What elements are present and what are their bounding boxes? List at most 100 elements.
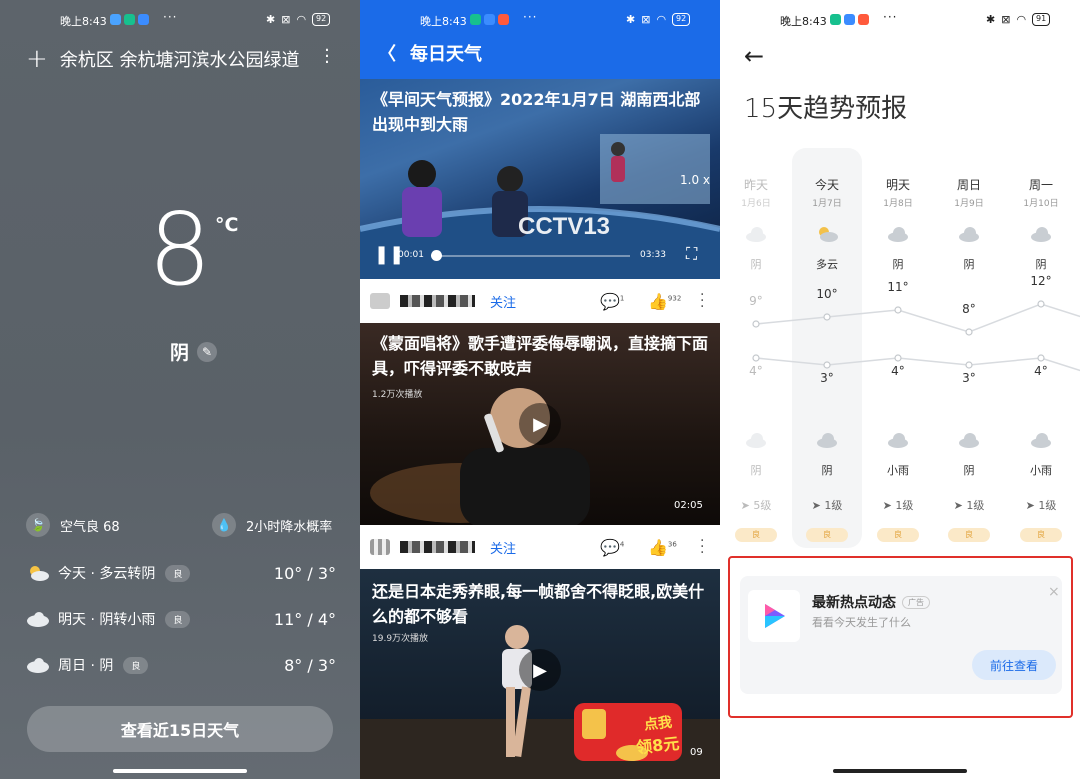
day-condition: 阴 [750,258,762,271]
status-bar: 晚上8:43 ··· ✱ ⊠ ◠ 91 [720,10,1080,30]
location-name[interactable]: 余杭区 余杭塘河滨水公园绿道 [60,46,300,72]
fullscreen-icon[interactable]: ⛶ [686,244,697,264]
forecast-row-tomorrow[interactable]: 明天 · 阴转小雨 良 11° / 4° [26,605,336,633]
air-quality-text: 空气良 68 [60,519,120,535]
day-name: 昨天 [743,178,768,192]
more-options-icon[interactable]: · · · [700,288,706,314]
precipitation-chip[interactable]: 💧 2小时降水概率 [212,512,332,538]
battery-icon: 92 [312,13,331,26]
author-name-blurred[interactable] [400,295,475,307]
wind-text: 1级 [1038,499,1057,512]
author-avatar[interactable] [370,293,390,309]
add-city-icon[interactable]: + [26,46,48,72]
follow-button[interactable]: 关注 [490,538,516,557]
comment-icon: 💬 [600,291,620,311]
sim-icon: ⊠ [1001,13,1011,26]
comment-count: 4 [619,540,625,549]
day-date: 1月10日 [1023,199,1059,209]
day-header: 今天 1月7日 [791,176,863,209]
day-date: 1月7日 [812,199,842,209]
low-temp: 3° [820,371,834,385]
high-temp-series-point [965,328,973,336]
playback-speed[interactable]: 1.0 x [680,173,710,187]
video-card[interactable]: CCTV13 《早间天气预报》2022年1月7日 湖南西北部出现中到大雨 1.0… [360,79,720,279]
cloud-icon [720,226,792,246]
more-options-icon[interactable]: · · · [700,534,706,560]
current-condition: 阴 ✎ [170,338,218,365]
aq-badge: 良 [735,528,777,542]
sim-icon: ⊠ [281,13,291,26]
current-temperature: 8 [148,191,212,308]
night-condition: 阴 [821,464,833,477]
play-icon[interactable]: ▶ [519,403,561,445]
follow-button[interactable]: 关注 [490,292,516,311]
condition-text: 阴 [170,342,190,364]
video-title: 还是日本走秀养眼,每一帧都舍不得眨眼,欧美什么的都不够看 [372,582,705,626]
back-arrow-icon[interactable]: 〈 [378,40,396,66]
day-header: 周一 1月10日 [1005,176,1077,209]
current-time: 00:01 [398,250,424,260]
video-app-logo-icon [748,590,800,642]
day-name: 周一 [1028,178,1053,192]
progress-track[interactable] [434,255,630,257]
comment-button[interactable]: 💬1 [600,292,624,311]
comment-icon: 💬 [600,537,620,557]
more-menu-icon[interactable]: · · · [322,42,332,72]
more-notifications-icon: ··· [163,10,178,24]
forecast-row-sunday[interactable]: 周日 · 阴 良 8° / 3° [26,651,336,679]
cloud-icon [933,432,1005,452]
ad-title: 最新热点动态 [812,595,896,611]
home-indicator[interactable] [833,769,967,773]
author-name-blurred[interactable] [400,541,475,553]
status-right-icons: ✱ ⊠ ◠ 92 [266,13,331,26]
video-meta-row: 关注 💬1 👍932 · · · [360,279,720,323]
wind-arrow-icon: ➤ [953,499,967,512]
back-arrow-icon[interactable]: ← [744,42,764,70]
video-title: 《蒙面唱将》歌手遭评委侮辱嘲讽，直接摘下面具，吓得评委不敢吱声 [372,334,709,378]
cloud-icon [26,611,50,627]
high-temp: 8° [962,302,976,316]
status-bar: 晚上8:43 ··· ✱ ⊠ ◠ 92 [360,10,720,30]
status-time: 晚上8:43 [420,15,467,28]
forecast-label: 明天 · 阴转小雨 [58,612,156,628]
play-icon[interactable]: ▶ [519,649,561,691]
forecast-row-today[interactable]: 今天 · 多云转阴 良 10° / 3° [26,559,336,587]
low-temp: 3° [962,371,976,385]
ad-go-button[interactable]: 前往查看 [972,650,1056,680]
page-title: 〈 每日天气 [378,40,482,66]
like-count: 932 [667,294,682,303]
close-icon[interactable]: × [1048,584,1060,600]
author-avatar[interactable] [370,539,390,555]
day-condition: 阴 [963,258,975,271]
video-title: 《早间天气预报》2022年1月7日 湖南西北部出现中到大雨 [372,90,701,134]
day-condition: 阴 [1035,258,1047,271]
ad-highlight-box: 最新热点动态 广告 看看今天发生了什么 × 前往查看 [728,556,1073,718]
wifi-icon: ◠ [656,13,667,26]
air-quality-chip[interactable]: 🍃 空气良 68 [26,512,120,538]
like-button[interactable]: 👍36 [648,538,677,557]
partly-cloudy-icon [791,226,863,246]
cloud-icon [720,432,792,452]
video-card[interactable]: 还是日本走秀养眼,每一帧都舍不得眨眼,欧美什么的都不够看 19.9万次播放 ▶ … [360,569,720,779]
comment-button[interactable]: 💬4 [600,538,624,557]
video-card[interactable]: 《蒙面唱将》歌手遭评委侮辱嘲讽，直接摘下面具，吓得评委不敢吱声 1.2万次播放 … [360,323,720,525]
progress-knob[interactable] [431,250,442,261]
edit-icon[interactable]: ✎ [197,341,218,362]
low-temp: 4° [749,364,763,378]
wind-level: ➤ 1级 [791,497,863,513]
bluetooth-icon: ✱ [986,13,996,26]
promo-text-line2[interactable]: 领8元 [635,730,680,758]
temp-range: 10° / 3° [273,563,336,583]
like-button[interactable]: 👍932 [648,292,681,311]
high-temp-series-point [752,320,760,328]
wind-text: 1级 [824,499,843,512]
rain-cloud-icon [1005,432,1077,452]
view-15-day-button[interactable]: 查看近15日天气 [27,706,333,752]
battery-icon: 92 [672,13,691,26]
ad-card[interactable]: 最新热点动态 广告 看看今天发生了什么 × 前往查看 [740,576,1062,694]
home-indicator[interactable] [113,769,247,773]
notification-icons [110,14,149,25]
video-duration: 02:05 [674,500,703,511]
aq-badge: 良 [1020,528,1062,542]
total-time: 03:33 [640,250,666,260]
